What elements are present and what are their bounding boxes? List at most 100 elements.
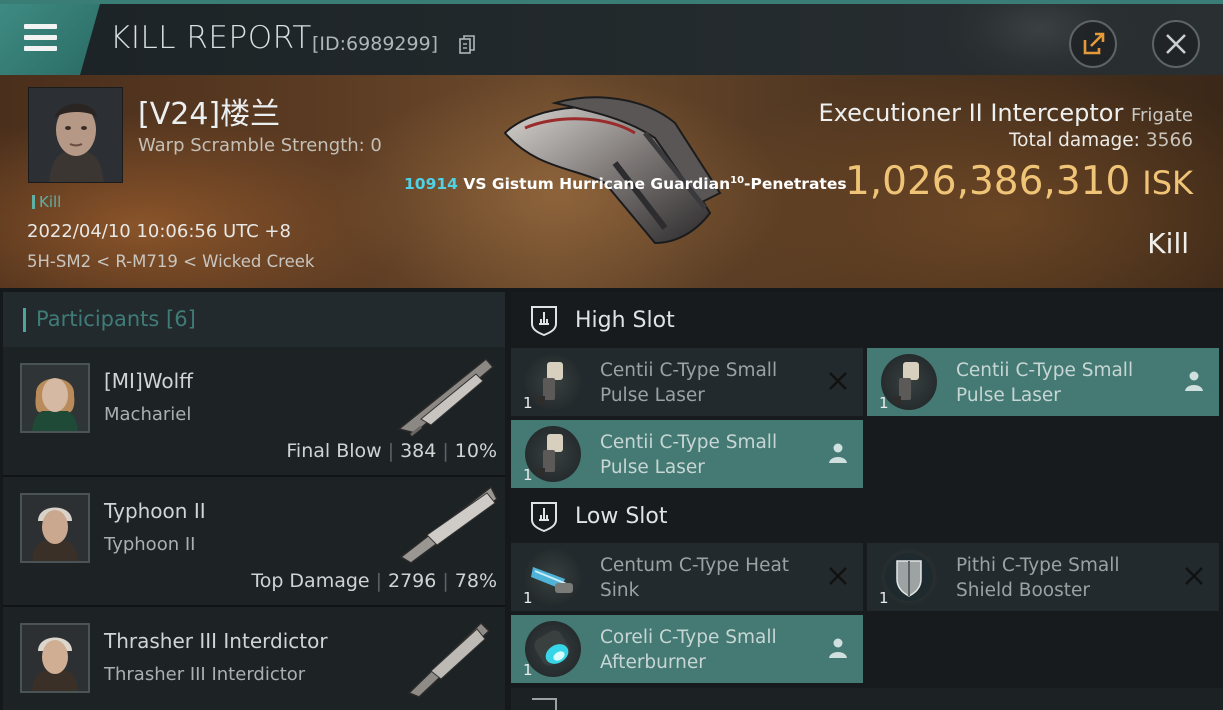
dropped-person-icon [829,638,847,658]
participant-name: [MI]Wolff [104,369,193,393]
participant-avatar[interactable] [20,623,90,693]
dropped-person-icon [829,443,847,463]
module-name: Centum C-Type Heat Sink [600,555,790,601]
high-slot-icon [531,306,557,336]
module-item[interactable]: 1 Centum C-Type Heat Sink [511,543,863,611]
participant-ship-image [397,357,495,437]
participant-damage: 384 [400,440,437,462]
share-icon [1083,32,1105,55]
participants-panel: Participants [6] [MI]Wolff Machariel Fin… [3,292,505,710]
shield-booster-glyph [885,553,933,601]
module-item[interactable]: 1 Centii C-Type Small Pulse Laser [867,348,1219,416]
warp-scramble-strength: Warp Scramble Strength: 0 [138,135,382,156]
module-quantity: 1 [523,394,533,412]
module-quantity: 1 [879,589,889,607]
close-button[interactable] [1152,20,1200,68]
participant-percent: 78% [454,570,497,592]
menu-icon [24,24,57,29]
participant-row[interactable]: Typhoon II Typhoon II Top Damage | 2796 | 78… [3,477,505,607]
laser-turret-glyph [893,362,919,404]
participant-row[interactable]: Thrasher III Interdictor Thrasher III In… [3,607,505,710]
page-title: KILL REPORT [110,20,312,56]
header-accent-bar [23,308,26,332]
participant-ship-image [399,485,498,564]
participant-stats: Final Blow | 384 | 10% [286,440,497,462]
module-quantity: 1 [523,466,533,484]
close-icon [1166,34,1186,54]
kill-tag: Kill [32,193,61,211]
victim-name: [V24]楼兰 [138,97,281,132]
portrait-image [22,625,88,691]
vs-suffix: -Penetrates [744,175,847,194]
isk-unit: ISK [1142,164,1193,202]
total-damage-value: 3566 [1145,130,1193,151]
participant-stats: Top Damage | 2796 | 78% [251,570,497,592]
module-item[interactable]: 1 Coreli C-Type Small Afterburner [511,615,863,683]
heat-sink-icon [525,549,581,605]
destroyed-icon [1185,567,1203,585]
participant-ship-image [407,621,491,698]
next-slot-header [511,688,1223,710]
participant-label: Final Blow [286,440,382,462]
result-label: Kill [1147,227,1189,260]
vs-number: 10914 [404,175,458,194]
participants-header: Participants [6] [3,292,505,347]
module-name: Centii C-Type Small Pulse Laser [600,432,778,478]
participant-name: Thrasher III Interdictor [104,629,328,653]
total-damage-label: Total damage: [1009,130,1140,151]
destroyed-icon [829,372,847,390]
vs-text: VS Gistum Hurricane Guardian [463,175,731,194]
module-name: Centii C-Type Small Pulse Laser [600,360,778,406]
module-item[interactable]: 1 Centii C-Type Small Pulse Laser [511,420,863,488]
participants-title: Participants [6] [36,307,196,331]
victim-ship-class: Frigate [1130,105,1193,126]
afterburner-glyph [534,630,570,666]
module-name: Coreli C-Type Small Afterburner [600,627,777,673]
laser-turret-icon [881,354,937,410]
destroyed-icon [829,567,847,585]
kill-datetime: 2022/04/10 10:06:56 UTC +8 [27,221,291,242]
vs-line: 10914 VS Gistum Hurricane Guardian10-Pen… [404,175,847,193]
kill-id: [ID:6989299] [312,33,439,55]
separator: | [442,570,449,592]
module-quantity: 1 [523,661,533,679]
kill-location: 5H-SM2 < R-M719 < Wicked Creek [27,252,315,271]
laser-turret-glyph [537,434,563,476]
laser-turret-glyph [537,362,563,404]
participant-avatar[interactable] [20,493,90,563]
participant-ship: Machariel [104,404,192,425]
module-item[interactable]: 1 Centii C-Type Small Pulse Laser [511,348,863,416]
isk-amount: 1,026,386,310 [844,159,1131,204]
laser-turret-icon [525,426,581,482]
fittings-panel: High Slot 1 Centii C-Type Small Pulse La… [511,292,1223,710]
participant-avatar[interactable] [20,363,90,433]
separator: | [387,440,395,462]
laser-turret-icon [525,354,581,410]
participant-row[interactable]: [MI]Wolff Machariel Final Blow | 384 | 10% [3,347,505,477]
menu-button[interactable] [0,4,100,75]
mid-slot-icon [532,698,557,710]
heat-sink-glyph [531,567,573,593]
module-item[interactable]: 1 Pithi C-Type Small Shield Booster [867,543,1219,611]
low-slot-header: Low Slot [511,488,1223,544]
portrait-image [29,88,122,182]
copy-icon[interactable] [459,35,475,55]
participant-name: Typhoon II [104,499,206,523]
total-damage: Total damage: 3566 [1009,130,1193,151]
top-bar: KILL REPORT [ID:6989299] [0,0,1223,75]
victim-avatar[interactable] [28,87,123,183]
participant-damage: 2796 [388,570,437,592]
share-button[interactable] [1069,20,1117,68]
module-name: Centii C-Type Small Pulse Laser [956,360,1134,406]
portrait-image [22,365,88,431]
module-quantity: 1 [879,394,889,412]
low-slot-title: Low Slot [575,504,668,529]
participant-percent: 10% [454,440,497,462]
module-quantity: 1 [523,589,533,607]
vs-superscript: 10 [730,175,745,186]
participant-ship: Thrasher III Interdictor [104,664,306,685]
participant-label: Top Damage [251,570,370,592]
afterburner-icon [525,621,581,677]
high-slot-header: High Slot [511,292,1223,348]
low-slot-icon [531,502,557,532]
